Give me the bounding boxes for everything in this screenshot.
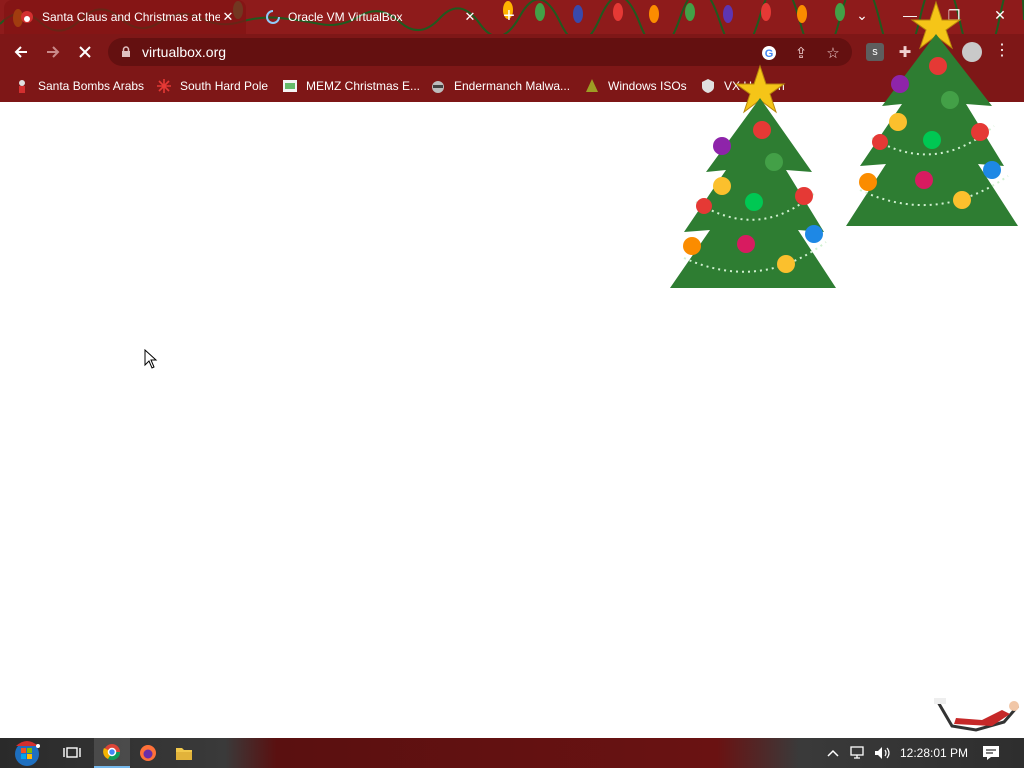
- network-tray-button[interactable]: [850, 738, 868, 768]
- svg-text:G: G: [765, 48, 774, 60]
- santa-favicon-icon: [21, 11, 33, 23]
- forward-arrow-icon: [47, 46, 60, 58]
- tab-virtualbox[interactable]: Oracle VM VirtualBox ✕: [250, 0, 488, 34]
- close-tab-icon[interactable]: ✕: [220, 9, 236, 25]
- bookmark-memz-christmas[interactable]: MEMZ Christmas E...: [282, 76, 420, 96]
- tab-santa-claus[interactable]: Santa Claus and Christmas at the ✕: [4, 0, 246, 34]
- bookmark-santa-bombs-arabs[interactable]: Santa Bombs Arabs: [14, 76, 144, 96]
- santa-sprite-decoration: [934, 698, 1020, 732]
- raccoon-bookmark-icon: [432, 81, 444, 93]
- back-button[interactable]: [8, 40, 34, 64]
- snowflake-bookmark-icon: [157, 79, 171, 93]
- show-hidden-icons-button[interactable]: [826, 738, 840, 768]
- santa-bookmark-icon: [19, 80, 25, 93]
- loading-spinner-icon: [266, 10, 280, 24]
- new-tab-button[interactable]: +: [498, 6, 520, 28]
- chevron-up-icon: [827, 749, 839, 757]
- firefox-taskbar-button[interactable]: [130, 738, 166, 768]
- bookmark-label: Endermanch Malwa...: [454, 79, 571, 93]
- url-text: virtualbox.org: [142, 44, 227, 60]
- clock-time: 12:28:01 PM: [900, 746, 969, 760]
- bookmark-endermanch-malware[interactable]: Endermanch Malwa...: [430, 76, 570, 96]
- volume-tray-button[interactable]: [874, 738, 892, 768]
- back-arrow-icon: [14, 46, 27, 58]
- christmas-tree-decoration: [846, 0, 1018, 226]
- taskbar: 12:28:01 PM: [0, 738, 1024, 768]
- christmas-tree-decoration: [670, 64, 836, 288]
- windows-start-orb-icon: [15, 741, 40, 766]
- tree-bookmark-icon: [586, 79, 598, 92]
- start-button[interactable]: [6, 738, 48, 768]
- lock-icon: [122, 46, 130, 57]
- firefox-icon: [140, 745, 156, 761]
- stop-loading-button[interactable]: [72, 40, 98, 64]
- action-center-button[interactable]: [982, 738, 1000, 768]
- memz-bookmark-icon: [283, 80, 297, 92]
- bookmark-south-hard-pole[interactable]: South Hard Pole: [156, 76, 268, 96]
- task-view-button[interactable]: [54, 738, 90, 768]
- share-icon[interactable]: ⇪: [792, 44, 810, 62]
- bookmark-label: MEMZ Christmas E...: [306, 79, 421, 93]
- browser-window: Santa Claus and Christmas at the ✕ Oracl…: [0, 0, 1024, 768]
- network-icon: [850, 746, 864, 759]
- task-view-icon: [63, 747, 81, 758]
- chrome-icon: [103, 744, 121, 761]
- speaker-icon: [875, 747, 890, 759]
- forward-button[interactable]: [40, 40, 66, 64]
- mouse-cursor-icon: [144, 349, 158, 369]
- folder-icon: [176, 748, 192, 760]
- tab-title: Santa Claus and Christmas at the: [42, 10, 220, 24]
- file-explorer-taskbar-button[interactable]: [166, 738, 202, 768]
- clock[interactable]: 12:28:01 PM: [900, 738, 968, 768]
- google-lens-icon[interactable]: G: [760, 44, 778, 62]
- bookmark-label: South Hard Pole: [180, 79, 269, 93]
- tab-title: Oracle VM VirtualBox: [288, 10, 403, 24]
- notification-icon: [983, 746, 999, 760]
- chrome-taskbar-button[interactable]: [94, 738, 130, 768]
- bookmark-label: Santa Bombs Arabs: [38, 79, 145, 93]
- stop-x-icon: [79, 46, 91, 58]
- bookmark-star-icon[interactable]: ☆: [824, 44, 842, 62]
- close-tab-icon[interactable]: ✕: [462, 9, 478, 25]
